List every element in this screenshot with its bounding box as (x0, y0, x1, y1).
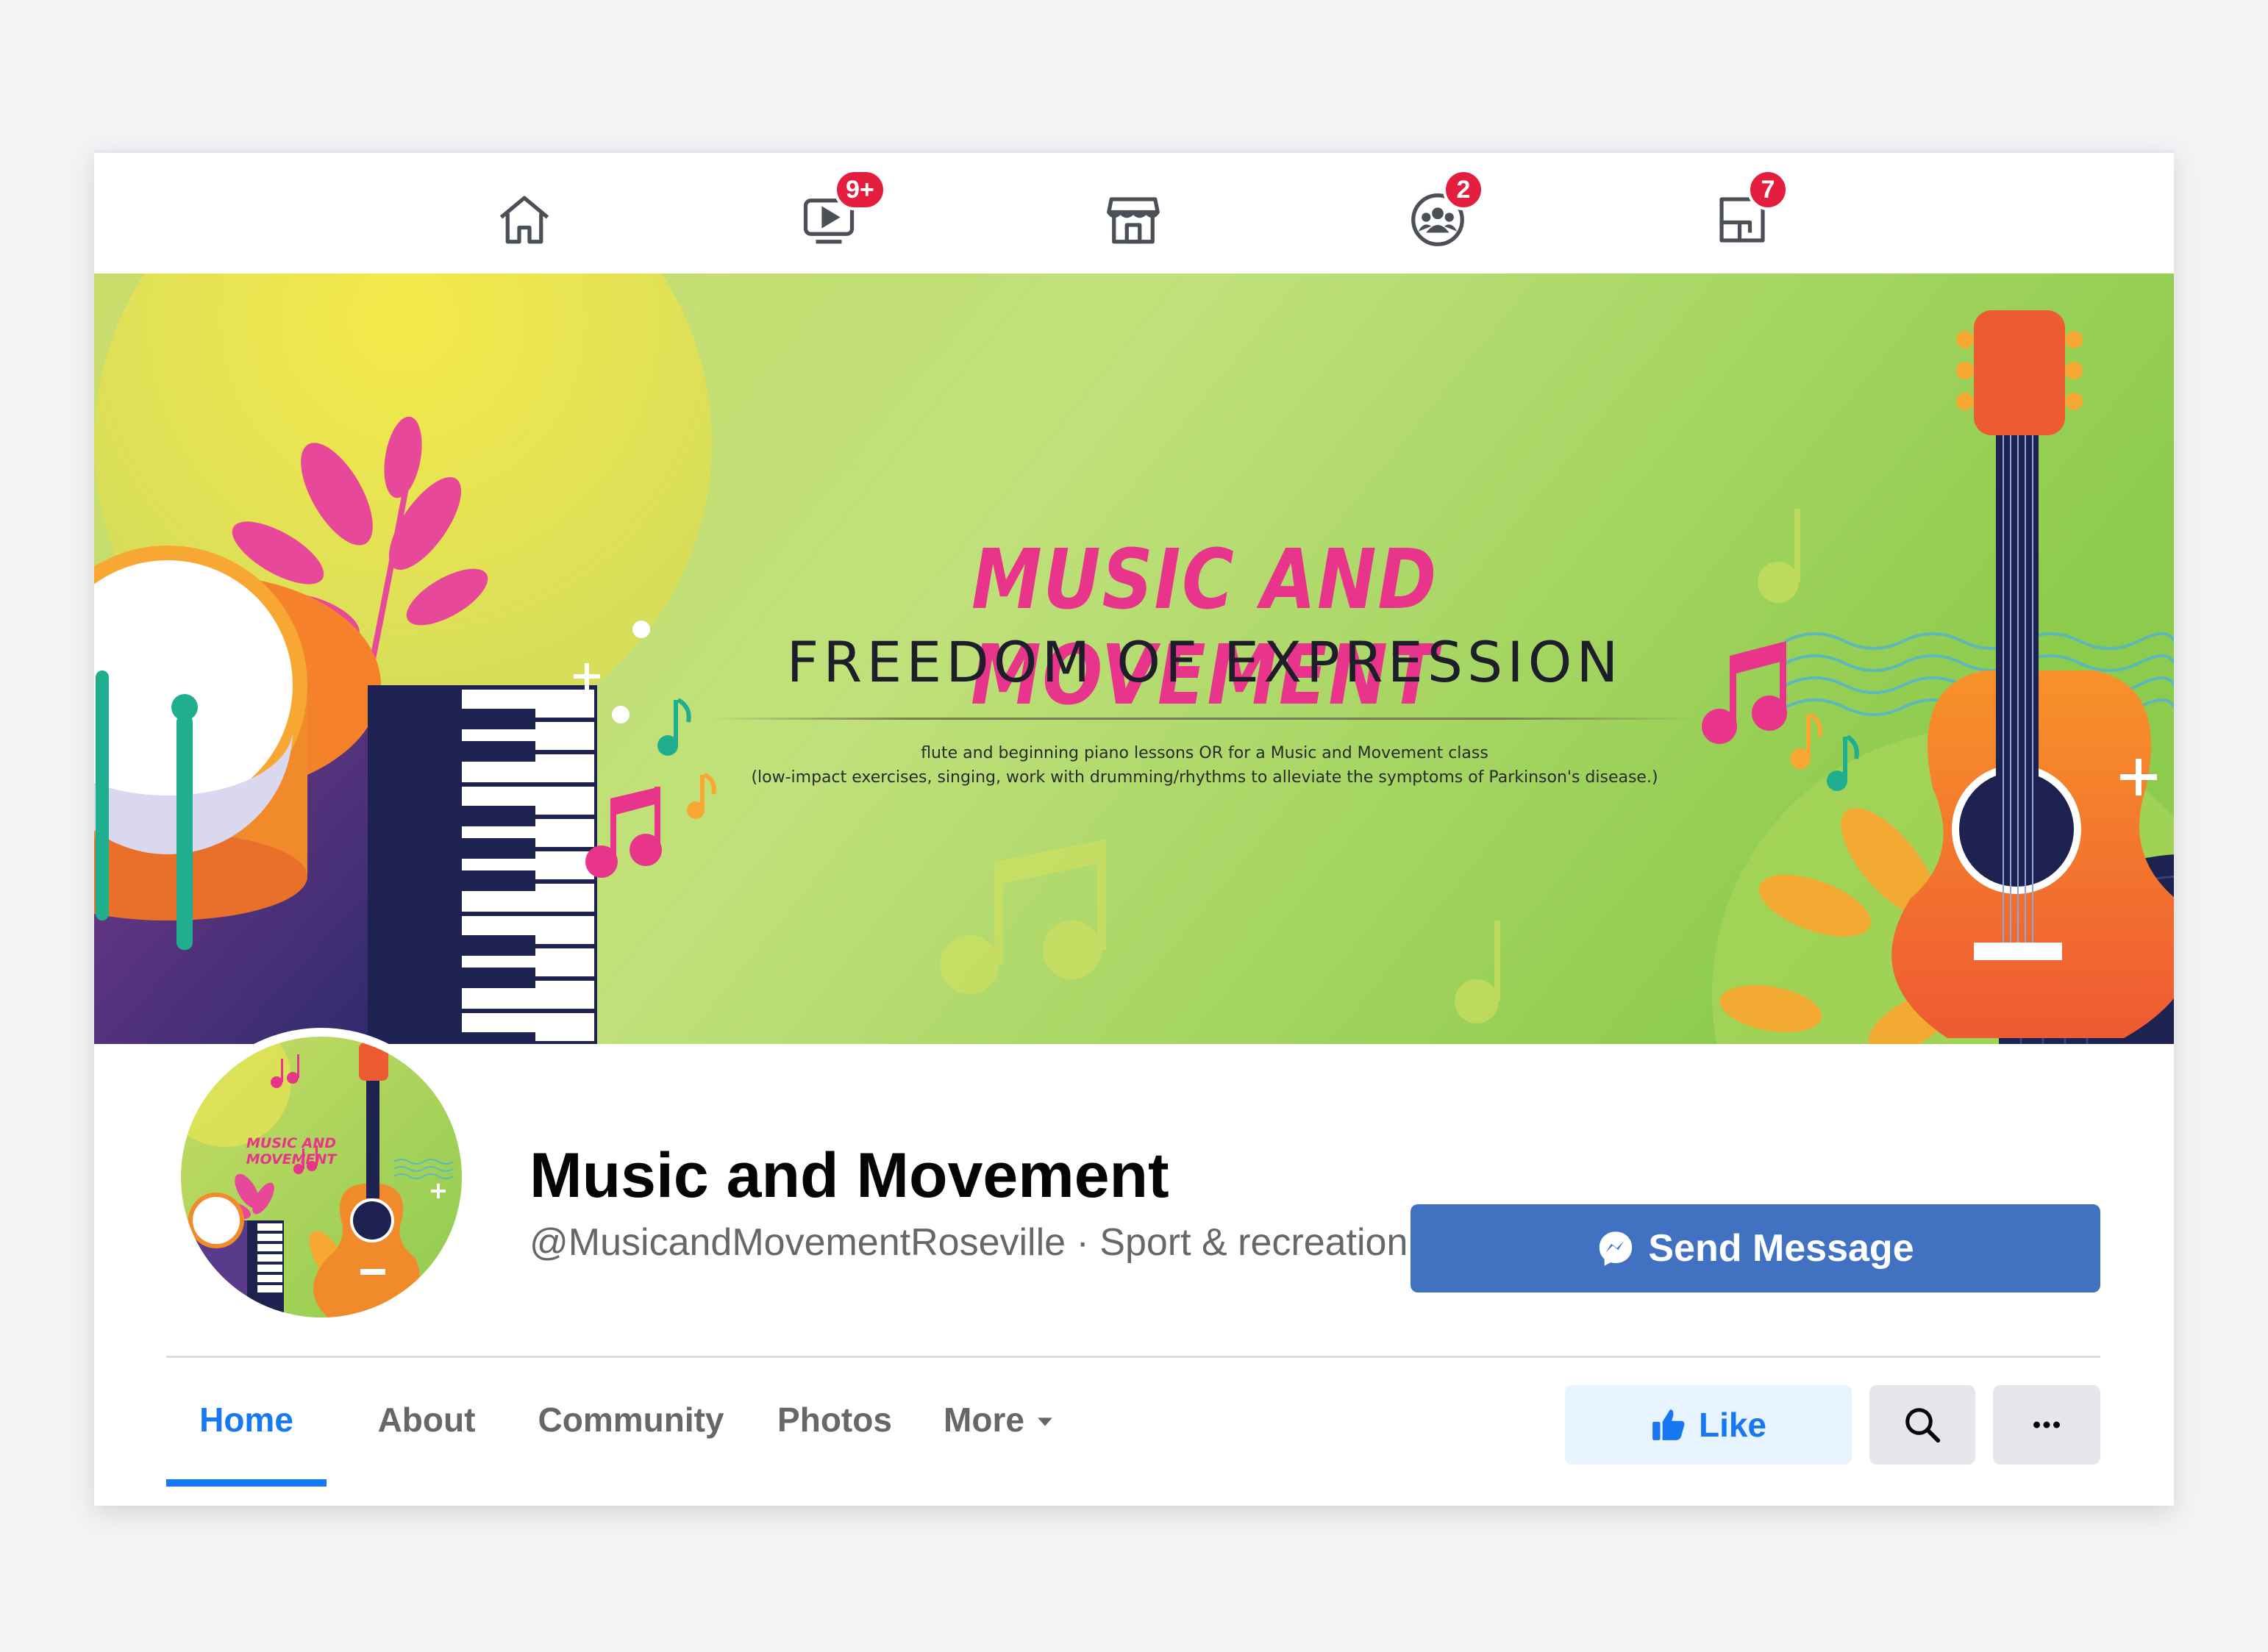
page-name: Music and Movement (529, 1140, 1169, 1211)
cover-title: MUSIC AND MOVEMENT (970, 532, 1439, 723)
facebook-page-card: 9+ 2 7 MUSIC AND MOVEMENT FREEDOM OF EXP… (94, 150, 2174, 1506)
tab-home[interactable]: Home (166, 1400, 327, 1481)
watch-badge: 9+ (834, 169, 886, 210)
tab-more-label: More (944, 1401, 1024, 1439)
tab-community[interactable]: Community (521, 1400, 741, 1481)
like-label: Like (1698, 1406, 1767, 1444)
cover-description-line-2: (low-impact exercises, singing, work wit… (751, 768, 1658, 787)
marketplace-icon[interactable] (1100, 187, 1166, 253)
caret-down-icon (1038, 1417, 1052, 1426)
tab-home-label: Home (199, 1401, 293, 1439)
profile-picture[interactable]: MUSIC AND MOVEMENT (172, 1028, 471, 1326)
send-message-label: Send Message (1648, 1227, 1914, 1270)
thumbs-up-icon (1652, 1409, 1685, 1440)
gaming-badge: 7 (1747, 169, 1789, 210)
page-search-button[interactable] (1869, 1385, 1975, 1465)
cover-divider (712, 718, 1697, 720)
cover-subtitle: FREEDOM OF EXPRESSION (786, 629, 1623, 695)
search-icon (1905, 1408, 1941, 1443)
watch-icon[interactable]: 9+ (796, 169, 886, 253)
ellipsis-icon (2033, 1421, 2060, 1428)
send-message-button[interactable]: Send Message (1411, 1204, 2100, 1292)
top-navigation: 9+ 2 7 (94, 150, 2174, 273)
like-button[interactable]: Like (1565, 1385, 1852, 1465)
cover-description: flute and beginning piano lessons OR for… (638, 741, 1771, 790)
tab-community-label: Community (538, 1401, 724, 1439)
avatar-logo-text: MUSIC AND MOVEMENT (246, 1135, 337, 1168)
tab-about[interactable]: About (360, 1400, 493, 1481)
groups-badge: 2 (1443, 169, 1484, 210)
tab-photos-label: Photos (777, 1401, 892, 1439)
home-icon[interactable] (491, 187, 557, 253)
tab-about-label: About (377, 1401, 476, 1439)
profile-divider (166, 1356, 2100, 1358)
tab-more[interactable]: More (930, 1400, 1069, 1481)
more-options-button[interactable] (1993, 1385, 2100, 1465)
active-tab-indicator (166, 1479, 327, 1487)
avatar-artwork: MUSIC AND MOVEMENT (181, 1037, 462, 1317)
gaming-icon[interactable]: 7 (1709, 169, 1789, 253)
cover-description-line-1: flute and beginning piano lessons OR for… (921, 744, 1488, 762)
groups-icon[interactable]: 2 (1405, 169, 1484, 253)
page-handle-category: @MusicandMovementRoseville · Sport & rec… (529, 1221, 1408, 1264)
cover-photo[interactable]: MUSIC AND MOVEMENT FREEDOM OF EXPRESSION… (94, 273, 2174, 1044)
messenger-icon (1600, 1231, 1633, 1266)
tab-photos[interactable]: Photos (765, 1400, 905, 1481)
